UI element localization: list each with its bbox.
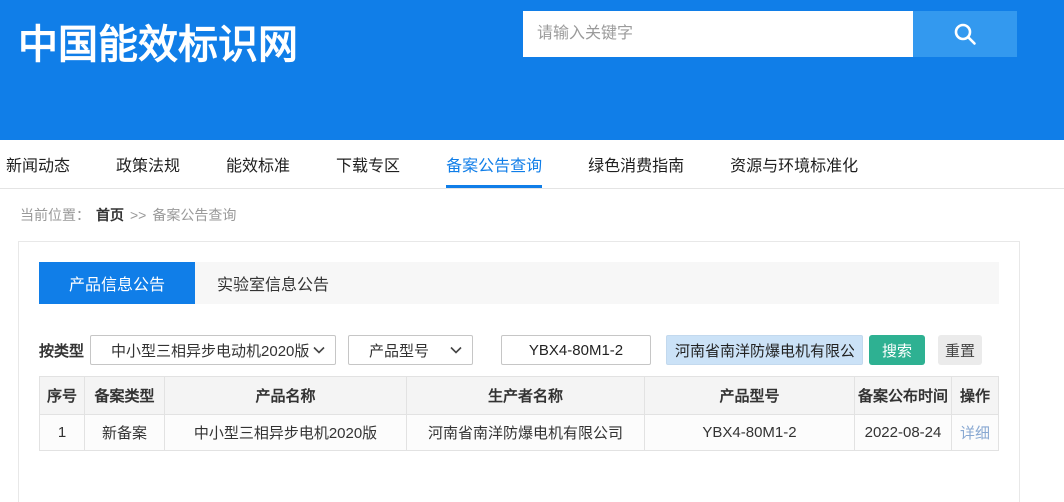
col-header-producer-name: 生产者名称: [407, 377, 645, 415]
content-panel: 产品信息公告 实验室信息公告 按类型 中小型三相异步电动机2020版 产品型号 …: [18, 241, 1020, 502]
cell-filing-type: 新备案: [85, 415, 165, 451]
nav-item-green-consumption[interactable]: 绿色消费指南: [588, 140, 684, 188]
cell-product-name: 中小型三相异步电机2020版: [165, 415, 407, 451]
breadcrumb-prefix: 当前位置：: [20, 205, 90, 225]
main-nav: 新闻动态 政策法规 能效标准 下载专区 备案公告查询 绿色消费指南 资源与环境标…: [0, 140, 1064, 189]
chevron-down-icon: [450, 346, 462, 354]
tab-lab-info[interactable]: 实验室信息公告: [195, 262, 351, 304]
filter-type-label: 按类型: [39, 340, 84, 361]
results-table: 序号 备案类型 产品名称 生产者名称 产品型号 备案公布时间 操作 1 新备案 …: [39, 376, 999, 451]
nav-item-policy[interactable]: 政策法规: [116, 140, 180, 188]
cell-index: 1: [40, 415, 85, 451]
breadcrumb-separator: >>: [130, 207, 146, 223]
cell-publish-date: 2022-08-24: [855, 415, 952, 451]
site-logo: 中国能效标识网: [18, 12, 298, 70]
producer-input[interactable]: [666, 335, 863, 365]
breadcrumb-current: 备案公告查询: [152, 205, 236, 225]
col-header-index: 序号: [40, 377, 85, 415]
col-header-publish-date: 备案公布时间: [855, 377, 952, 415]
chevron-down-icon: [313, 346, 325, 354]
site-header: 中国能效标识网: [0, 0, 1064, 140]
table-header-row: 序号 备案类型 产品名称 生产者名称 产品型号 备案公布时间 操作: [40, 377, 999, 415]
model-input[interactable]: [501, 335, 651, 365]
category-select[interactable]: 中小型三相异步电动机2020版: [90, 335, 336, 365]
nav-item-standards[interactable]: 能效标准: [226, 140, 290, 188]
search-icon: [951, 20, 979, 48]
header-search-input[interactable]: [523, 11, 913, 57]
col-header-model: 产品型号: [645, 377, 855, 415]
col-header-action: 操作: [952, 377, 999, 415]
field-select[interactable]: 产品型号: [348, 335, 473, 365]
tab-strip: 产品信息公告 实验室信息公告: [39, 262, 999, 304]
search-button[interactable]: 搜索: [869, 335, 925, 365]
col-header-product-name: 产品名称: [165, 377, 407, 415]
cell-producer-name: 河南省南洋防爆电机有限公司: [407, 415, 645, 451]
category-select-value: 中小型三相异步电动机2020版: [111, 340, 309, 361]
filter-row: 按类型 中小型三相异步电动机2020版 产品型号 搜索 重置: [39, 335, 999, 365]
field-select-value: 产品型号: [369, 340, 429, 361]
header-search-button[interactable]: [913, 11, 1017, 57]
detail-link[interactable]: 详细: [960, 425, 990, 442]
nav-item-filing-query[interactable]: 备案公告查询: [446, 140, 542, 188]
breadcrumb: 当前位置： 首页 >> 备案公告查询: [0, 189, 1064, 241]
nav-item-downloads[interactable]: 下载专区: [336, 140, 400, 188]
cell-model: YBX4-80M1-2: [645, 415, 855, 451]
header-search-bar: [523, 11, 1017, 57]
table-row: 1 新备案 中小型三相异步电机2020版 河南省南洋防爆电机有限公司 YBX4-…: [40, 415, 999, 451]
breadcrumb-home-link[interactable]: 首页: [96, 205, 124, 225]
nav-item-resources-env[interactable]: 资源与环境标准化: [730, 140, 858, 188]
col-header-filing-type: 备案类型: [85, 377, 165, 415]
reset-button[interactable]: 重置: [938, 335, 982, 365]
tab-product-info[interactable]: 产品信息公告: [39, 262, 195, 304]
nav-item-news[interactable]: 新闻动态: [6, 140, 70, 188]
